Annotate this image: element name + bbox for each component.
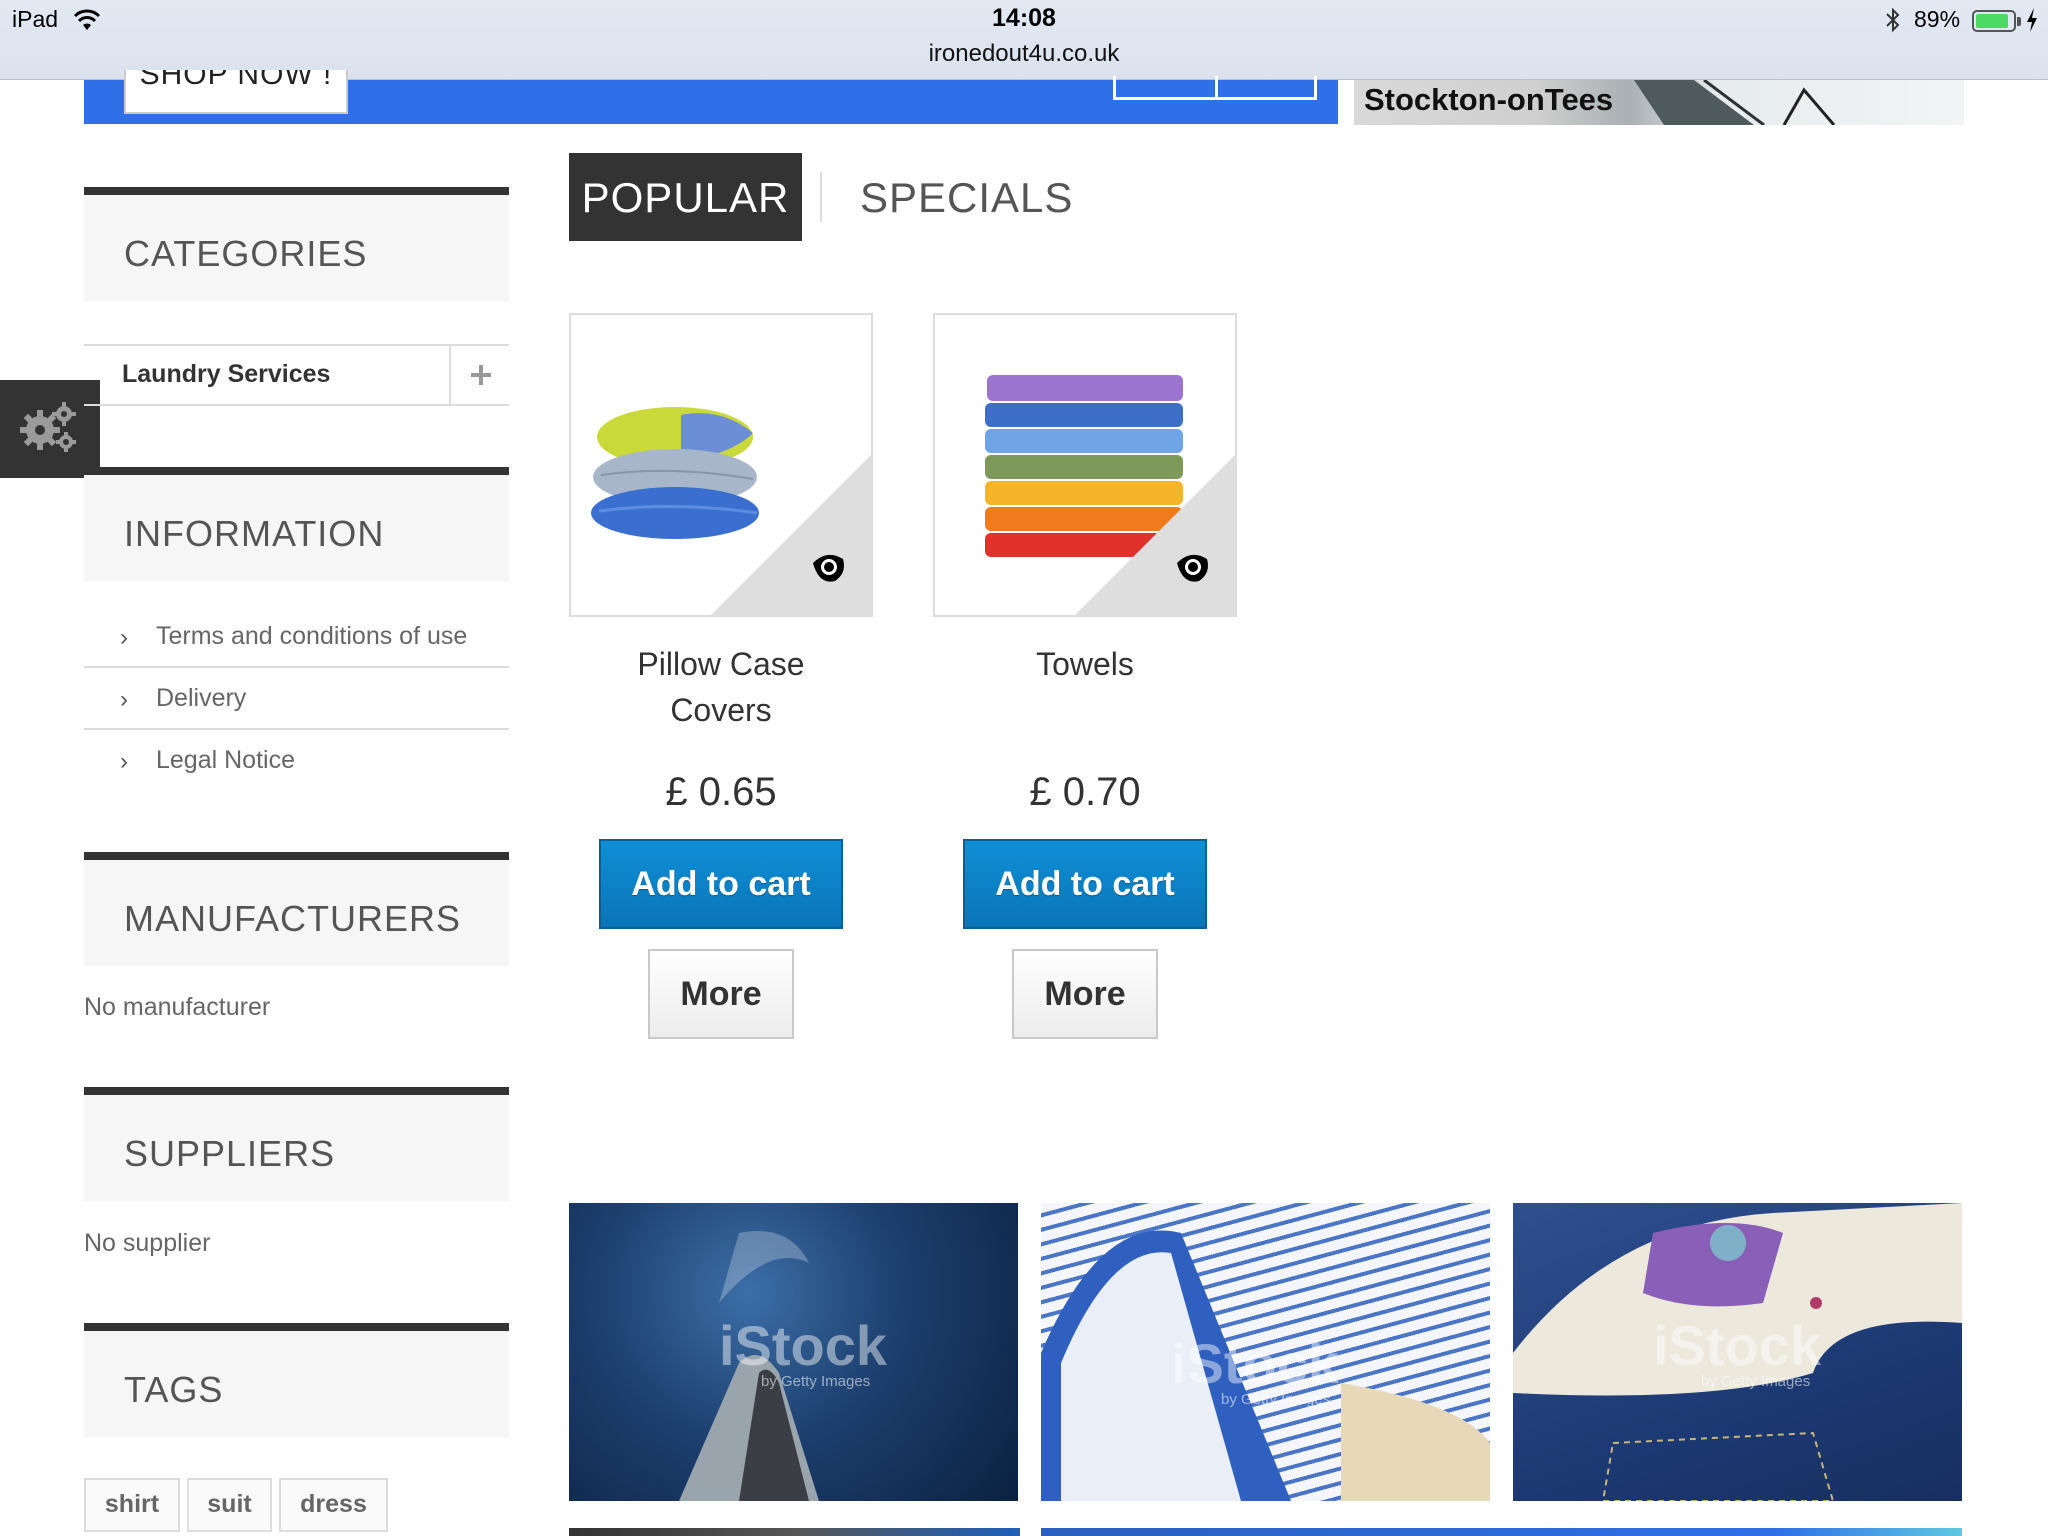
chevron-right-icon: › — [120, 686, 128, 713]
banner-row-2-left[interactable] — [569, 1528, 1020, 1536]
battery-nub — [2017, 17, 2021, 26]
product-name-line[interactable]: Pillow Case — [569, 641, 873, 687]
watermark-text: iStock — [719, 1314, 888, 1377]
watermark-text: iStock — [1653, 1314, 1822, 1377]
info-link-label[interactable]: Legal Notice — [156, 746, 295, 775]
info-link-delivery[interactable]: › Delivery — [84, 668, 509, 730]
shop-now-label: SHOP NOW ! — [139, 70, 333, 91]
no-manufacturer-text: No manufacturer — [84, 993, 271, 1021]
shop-now-button[interactable]: SHOP NOW ! — [124, 70, 348, 114]
product-image-towels[interactable] — [933, 313, 1237, 617]
product-price: £ 0.70 — [1029, 770, 1141, 814]
iron-image — [1634, 80, 1836, 125]
tab-specials[interactable]: SPECIALS — [860, 153, 1073, 241]
product-price: £ 0.65 — [665, 770, 777, 814]
slider-controls[interactable] — [1113, 76, 1317, 100]
manufacturers-title: MANUFACTURERS — [124, 898, 462, 939]
charging-bolt-icon — [2027, 8, 2037, 32]
clock: 14:08 — [992, 4, 1056, 32]
chevron-right-icon: › — [120, 748, 128, 775]
more-button[interactable]: More — [648, 949, 794, 1039]
suppliers-header: SUPPLIERS — [84, 1087, 509, 1201]
more-button[interactable]: More — [1012, 949, 1158, 1039]
image-corner — [711, 455, 871, 615]
info-link-terms[interactable]: › Terms and conditions of use — [84, 606, 509, 668]
watermark-text: iStock — [1171, 1332, 1340, 1395]
product-name-line[interactable]: Covers — [569, 687, 873, 733]
tags-header: TAGS — [84, 1323, 509, 1437]
tag-dress[interactable]: dress — [279, 1478, 388, 1532]
info-link-label[interactable]: Delivery — [156, 684, 246, 713]
add-to-cart-button[interactable]: Add to cart — [963, 839, 1207, 929]
battery-icon — [1972, 10, 2016, 32]
battery-fill — [1976, 14, 2009, 28]
watermark-subtext: by Getty Images — [1221, 1391, 1331, 1408]
add-to-cart-button[interactable]: Add to cart — [599, 839, 843, 929]
tab-popular[interactable]: POPULAR — [569, 153, 802, 241]
banner-row-2-right[interactable] — [1041, 1528, 1962, 1536]
category-label[interactable]: Laundry Services — [122, 360, 330, 389]
bluetooth-icon — [1886, 7, 1900, 33]
quick-view-eye-icon[interactable] — [809, 549, 849, 585]
no-supplier-text: No supplier — [84, 1229, 211, 1257]
banner-shirt-iron[interactable]: iStock by Getty Images — [1041, 1203, 1490, 1501]
location-text: Stockton-onTees — [1364, 82, 1614, 117]
tags-title: TAGS — [124, 1369, 224, 1410]
location-banner[interactable]: Stockton-onTees — [1354, 80, 1964, 125]
manufacturers-header: MANUFACTURERS — [84, 852, 509, 966]
categories-title: CATEGORIES — [124, 233, 368, 274]
quick-view-eye-icon[interactable] — [1173, 549, 1213, 585]
info-link-legal-notice[interactable]: › Legal Notice — [84, 730, 509, 792]
suppliers-title: SUPPLIERS — [124, 1133, 336, 1174]
battery-percent: 89% — [1914, 6, 1961, 32]
categories-header: CATEGORIES — [84, 187, 509, 301]
info-link-label[interactable]: Terms and conditions of use — [156, 622, 467, 651]
tag-shirt[interactable]: shirt — [84, 1478, 180, 1532]
tag-suit[interactable]: suit — [187, 1478, 272, 1532]
expand-plus-icon[interactable] — [449, 346, 509, 404]
gear-icon — [20, 402, 76, 452]
watermark-subtext: by Getty Images — [761, 1373, 871, 1390]
information-title: INFORMATION — [124, 513, 385, 554]
banner-jeans-iron[interactable]: iStock by Getty Images — [1513, 1203, 1962, 1501]
category-item-laundry-services[interactable]: Laundry Services — [84, 344, 509, 406]
chevron-right-icon: › — [120, 624, 128, 651]
watermark-subtext: by Getty Images — [1701, 1373, 1811, 1390]
banner-steam-iron[interactable]: iStock by Getty Images — [569, 1203, 1018, 1501]
image-corner — [1075, 455, 1235, 615]
browser-status-bar: iPad 14:08 ironedout4u.co.uk 89% — [0, 0, 2048, 80]
address-bar-url[interactable]: ironedout4u.co.uk — [0, 40, 2048, 68]
tab-divider — [820, 172, 822, 222]
product-name-line[interactable]: Towels — [933, 641, 1237, 687]
information-header: INFORMATION — [84, 467, 509, 581]
product-image-pillow-case-covers[interactable] — [569, 313, 873, 617]
